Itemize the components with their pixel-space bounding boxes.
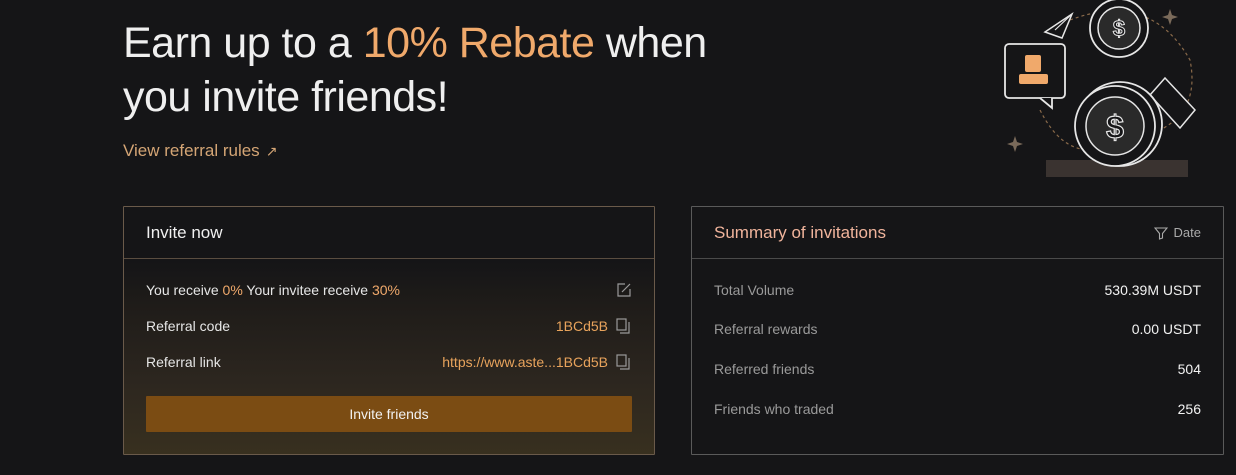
svg-text:$: $ <box>1106 109 1124 145</box>
referral-link-label: Referral link <box>146 354 221 370</box>
paper-plane-icon <box>1043 12 1074 39</box>
referral-code-row: Referral code 1BCd5B <box>146 318 632 334</box>
invitee-value: 30% <box>371 282 401 298</box>
summary-row-value: 530.39M USDT <box>1104 282 1201 298</box>
receive-row: You receive 0% Your invitee receive 30% <box>146 282 632 298</box>
copy-icon[interactable] <box>616 318 632 334</box>
summary-row: Friends who traded 256 <box>714 401 1201 417</box>
dollar-coin-icon-small: $ <box>1089 0 1149 58</box>
invite-card-header: Invite now <box>124 207 654 259</box>
page-title: Earn up to a 10% Rebate when you invite f… <box>123 16 707 124</box>
invite-friends-button[interactable]: Invite friends <box>146 396 632 432</box>
summary-row-label: Referral rewards <box>714 321 818 337</box>
invite-card-title: Invite now <box>146 222 223 242</box>
summary-row: Referred friends 504 <box>714 361 1201 377</box>
filter-icon <box>1153 226 1168 240</box>
summary-row-value: 0.00 USDT <box>1131 321 1201 337</box>
title-accent: 10% Rebate <box>362 19 595 67</box>
invitee-label: Your invitee receive <box>246 282 369 298</box>
date-filter-label: Date <box>1173 225 1201 240</box>
referral-rules-link[interactable]: View referral rules ↗ <box>123 141 277 161</box>
user-chat-icon <box>1004 43 1066 110</box>
summary-row-label: Referred friends <box>714 361 815 377</box>
summary-row: Referral rewards 0.00 USDT <box>714 321 1201 337</box>
external-arrow-icon: ↗ <box>265 142 278 159</box>
summary-row: Total Volume 530.39M USDT <box>714 282 1201 298</box>
hero-illustration: $ $ <box>1004 0 1197 177</box>
date-filter[interactable]: Date <box>1153 225 1201 240</box>
dollar-coin-icon-large: $ <box>1074 76 1197 167</box>
referral-page: Earn up to a 10% Rebate when you invite f… <box>0 0 1236 475</box>
summary-row-value: 256 <box>1177 401 1201 417</box>
svg-text:$: $ <box>1113 16 1125 41</box>
summary-card-title: Summary of invitations <box>714 222 886 242</box>
referral-link-row: Referral link https://www.aste...1BCd5B <box>146 354 632 370</box>
title-prefix: Earn up to a <box>123 19 363 67</box>
rules-link-label: View referral rules <box>123 141 260 160</box>
referral-code-value-group: 1BCd5B <box>556 318 632 334</box>
you-receive-value: 0% <box>222 282 243 298</box>
summary-row-value: 504 <box>1177 361 1201 377</box>
summary-row-label: Friends who traded <box>714 401 834 417</box>
referral-link-value: https://www.aste...1BCd5B <box>442 354 608 370</box>
referral-link-value-group: https://www.aste...1BCd5B <box>442 354 632 370</box>
receive-text: You receive 0% Your invitee receive 30% <box>146 282 400 298</box>
summary-card: Summary of invitations Date Total Volume… <box>691 206 1224 455</box>
sparkle-icon <box>1162 9 1178 25</box>
copy-link-icon[interactable] <box>616 354 632 370</box>
invite-card: Invite now You receive 0% Your invitee r… <box>123 206 655 455</box>
summary-row-label: Total Volume <box>714 282 795 298</box>
referral-code-label: Referral code <box>146 318 231 334</box>
you-receive-label: You receive <box>146 282 219 298</box>
edit-icon[interactable] <box>616 282 632 298</box>
summary-card-header: Summary of invitations Date <box>692 207 1223 259</box>
sparkle-icon-2 <box>1007 136 1023 152</box>
referral-code-value: 1BCd5B <box>555 318 608 334</box>
